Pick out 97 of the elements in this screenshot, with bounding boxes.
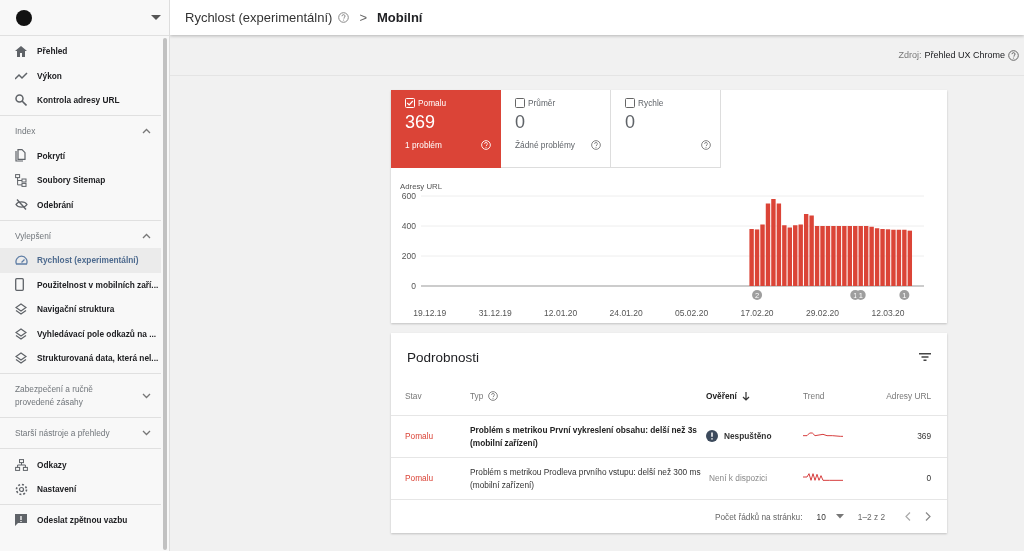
feedback-icon [15,514,27,527]
sidebar-item[interactable]: Přehled [0,39,161,64]
property-avatar [15,8,33,27]
section-title: Vylepšení [15,229,52,243]
collapse-chevron-icon[interactable] [142,128,151,135]
sitemap-icon [15,173,27,187]
feedback-link[interactable]: Odeslat zpětnou vazbu [0,508,161,533]
sidebar-item[interactable]: Odkazy [0,452,161,477]
settings-icon [15,482,28,496]
source-label: Zdroj: [898,50,922,60]
section-title: Zabezpečení a ručně provedené zásahy [15,383,94,409]
trend-icon [15,71,28,80]
status-tile[interactable]: Rychle 0 [611,90,721,168]
table-cell[interactable]: Problém s metrikou Prodleva prvního vstupu: delší než 300 ms (mobilní zařízení) [470,465,706,492]
tile-count: 0 [515,112,526,133]
search-icon [15,93,27,106]
help-icon[interactable] [701,140,711,150]
column-header[interactable]: Stav [405,391,470,401]
page-title: Mobilní [377,10,423,25]
table-cell-text: 0 [925,472,931,485]
axis-tick-label: 200 [401,251,416,261]
next-page-icon[interactable] [925,512,931,521]
table-cell[interactable]: Problém s metrikou První vykreslení obsahu: delší než 3s (mobilní zařízení) [470,423,706,450]
dropdown-caret-icon[interactable] [151,14,161,21]
axis-tick-label: 0 [411,281,416,291]
tile-label: Průměr [528,98,556,108]
rows-per-page-label: Počet řádků na stránku: [714,511,803,522]
status-tile[interactable]: Pomalu 369 1 problém [391,90,501,168]
network-icon [15,458,28,471]
tile-label: Pomalu [418,98,447,108]
column-header[interactable]: Ověření [706,391,803,401]
help-icon[interactable] [591,140,601,150]
breadcrumb-parent[interactable]: Rychlost (experimentální) [185,10,333,25]
layers-icon [15,327,27,340]
axis-tick-label: 29.02.20 [806,308,840,318]
table-cell-text: Pomalu [405,430,435,443]
sidebar-item[interactable]: Odebrání [0,192,161,217]
axis-tick-label: 05.02.20 [675,308,709,318]
hidden-eye-icon [15,199,28,211]
help-icon[interactable] [488,391,499,401]
tile-label: Rychle [638,98,664,108]
sidebar-item[interactable]: Použitelnost v mobilních zaří... [0,272,161,297]
home-icon [15,45,27,57]
caret-icon [835,514,844,519]
axis-tick-label: 19.12.19 [413,308,447,318]
layers-icon [15,351,27,364]
pages-icon [15,149,26,163]
validation-status: Není k dispozici [709,472,768,485]
tile-count: 0 [625,112,636,133]
tile-count: 369 [405,112,437,133]
sidebar-item[interactable]: Strukturovaná data, která nel... [0,345,161,371]
axis-tick-label: 12.03.20 [871,308,905,318]
rows-per-page-dropdown[interactable]: 10 [816,511,844,522]
checked-checkbox[interactable] [405,98,415,108]
filter-icon[interactable] [919,353,931,361]
sidebar-item[interactable]: Nastavení [0,476,161,502]
tile-subtitle: Žádné problémy [515,140,575,150]
expand-chevron-icon[interactable] [142,392,151,399]
sidebar-item[interactable]: Pokrytí [0,143,161,168]
tile-subtitle: 1 problém [405,140,442,150]
axis-tick-label: 600 [401,191,416,201]
axis-tick-label: 31.12.19 [478,308,512,318]
axis-tick-label: 12.01.20 [544,308,578,318]
sidebar-item[interactable]: Výkon [0,63,161,88]
section-title: Starší nástroje a přehledy [15,427,110,440]
source-value: Přehled UX Chrome [924,50,1005,60]
scrollbar[interactable] [163,38,167,550]
layers-icon [15,303,27,316]
section-title: Podrobnosti [407,349,480,365]
help-icon[interactable] [1008,49,1019,61]
phone-icon [15,278,24,292]
checkbox[interactable] [625,98,635,108]
table-cell-text: 369 [916,430,931,443]
sidebar-item[interactable]: Navigační struktura [0,297,161,322]
column-header[interactable]: Trend [803,391,883,401]
sidebar-item[interactable]: Soubory Sitemap [0,168,161,193]
validation-status: Nespuštěno [724,430,772,443]
table-cell-text: Pomalu [405,472,435,485]
column-header[interactable]: Typ [470,391,706,401]
axis-tick-label: 400 [401,221,416,231]
sidebar-item[interactable]: Rychlost (experimentální) [0,248,161,273]
status-tile[interactable]: Průměr 0 Žádné problémy [501,90,611,168]
sidebar-item[interactable]: Vyhledávací pole odkazů na ... [0,321,161,346]
sidebar-item[interactable]: Kontrola adresy URL [0,87,161,113]
section-title: Index [15,125,36,138]
collapse-chevron-icon[interactable] [142,233,151,239]
axis-tick-label: 24.01.20 [609,308,643,318]
expand-chevron-icon[interactable] [142,430,151,437]
gauge-icon [15,255,28,266]
column-header[interactable]: Adresy URL [883,391,931,401]
help-icon[interactable] [338,12,350,23]
breadcrumb-separator: > [359,10,367,25]
checkbox[interactable] [515,98,525,108]
alert-icon [706,430,718,443]
page-range: 1–2 z 2 [857,511,885,522]
sort-arrow-icon [741,391,750,401]
axis-tick-label: 17.02.20 [740,308,774,318]
